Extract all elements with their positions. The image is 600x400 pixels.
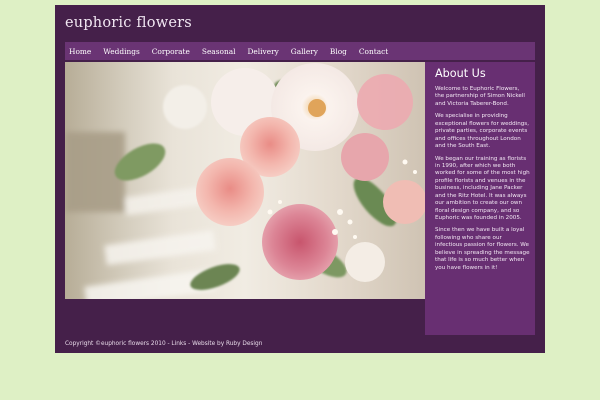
about-sidebar: About Us Welcome to Euphoric Flowers, th… <box>425 62 535 335</box>
about-paragraph: We specialise in providing exceptional f… <box>435 113 529 150</box>
site-logo[interactable]: euphoric flowers <box>65 15 192 31</box>
bouquet-illustration <box>65 63 425 299</box>
about-heading: About Us <box>435 67 486 80</box>
nav-item-weddings[interactable]: Weddings <box>99 47 147 56</box>
about-paragraph: Welcome to Euphoric Flowers, the partner… <box>435 86 525 107</box>
nav-item-delivery[interactable]: Delivery <box>244 47 287 56</box>
nav-item-contact[interactable]: Contact <box>355 47 396 56</box>
about-paragraph: Since then we have built a loyal followi… <box>435 227 530 271</box>
nav-item-seasonal[interactable]: Seasonal <box>198 47 244 56</box>
main-nav: Home Weddings Corporate Seasonal Deliver… <box>65 42 535 60</box>
page-container: euphoric flowers Home Weddings Corporate… <box>55 5 545 353</box>
footer-copyright: Copyright ©euphoric flowers 2010 - Links… <box>65 341 263 347</box>
nav-item-blog[interactable]: Blog <box>326 47 355 56</box>
about-paragraph: We began our training as florists in 199… <box>435 155 530 222</box>
hero-bouquet-image <box>65 62 425 299</box>
nav-item-home[interactable]: Home <box>65 47 99 56</box>
nav-item-gallery[interactable]: Gallery <box>287 47 326 56</box>
nav-item-corporate[interactable]: Corporate <box>148 47 198 56</box>
